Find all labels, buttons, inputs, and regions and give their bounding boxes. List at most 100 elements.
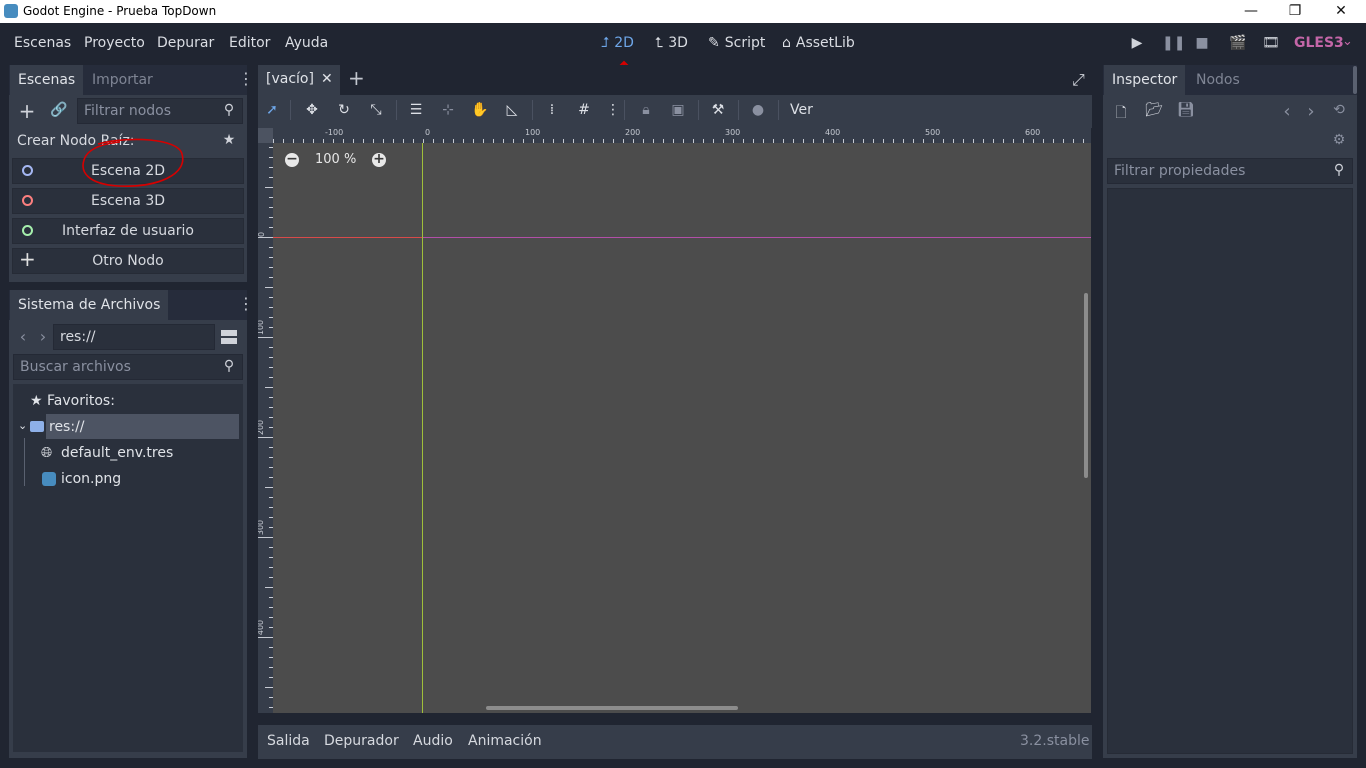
save-icon[interactable]: 💾︎ — [1177, 102, 1195, 118]
filter-properties-input[interactable]: Filtrar propiedades — [1107, 158, 1353, 184]
version-label: 3.2.stable — [1020, 733, 1090, 749]
close-window-button[interactable]: ✕ — [1318, 0, 1364, 23]
scale-mode-icon[interactable]: ⤡ — [365, 100, 387, 120]
tab-importar[interactable]: Importar — [84, 65, 161, 95]
script-icon: ✎ — [708, 35, 720, 51]
horizontal-scrollbar[interactable] — [486, 706, 738, 710]
dock-menu-icon[interactable]: ⋮ — [238, 69, 254, 88]
renderer-selector[interactable]: GLES3 — [1294, 35, 1344, 51]
lock-icon[interactable]: 🔒︎ — [635, 100, 657, 120]
history-back-icon[interactable]: ‹ — [1280, 101, 1294, 122]
tab-depurador[interactable]: Depurador — [324, 733, 399, 749]
workspace-2d-button[interactable]: ⮥ 2D — [601, 35, 634, 51]
close-tab-icon[interactable]: ✕ — [321, 71, 333, 87]
snap-options-icon[interactable]: ⋮ — [602, 100, 624, 120]
3d-icon: ⮤ — [655, 35, 664, 51]
grid-snap-icon[interactable]: # — [573, 100, 595, 120]
ruler-h-label: 500 — [925, 128, 941, 137]
root-option-interfaz[interactable]: Interfaz de usuario — [12, 218, 244, 244]
link-icon[interactable]: 🔗 — [50, 102, 68, 118]
chevron-down-icon[interactable]: ⌄ — [18, 419, 27, 432]
filter-nodes-input[interactable]: Filtrar nodos — [77, 98, 243, 124]
menu-proyecto[interactable]: Proyecto — [84, 35, 145, 51]
inspector-tabs-scrollbar[interactable] — [1353, 66, 1357, 94]
tab-sistema-archivos[interactable]: Sistema de Archivos — [10, 290, 169, 320]
group-icon[interactable]: ▣ — [667, 100, 689, 120]
editor-tabbar — [258, 65, 1092, 95]
zoom-in-icon[interactable]: + — [372, 152, 386, 167]
pivot-icon[interactable]: ⊹ — [437, 100, 459, 120]
workspace-script-button[interactable]: ✎ Script — [708, 35, 765, 51]
favorite-star-icon[interactable]: ★ — [221, 132, 237, 148]
history-forward-icon[interactable]: › — [1304, 101, 1318, 122]
menu-editor[interactable]: Editor — [229, 35, 270, 51]
minimize-button[interactable]: — — [1228, 0, 1274, 23]
play-custom-scene-icon[interactable]: 🎞 — [1262, 35, 1280, 51]
open-folder-icon[interactable]: 📂︎ — [1145, 102, 1163, 118]
search-icon: ⚲ — [1333, 162, 1345, 178]
ruler-mode-icon[interactable]: ◺ — [501, 100, 523, 120]
stop-icon[interactable]: ■ — [1195, 35, 1209, 51]
camera-icon[interactable]: ● — [747, 100, 769, 120]
add-scene-tab-icon[interactable]: + — [348, 66, 365, 90]
vertical-scrollbar[interactable] — [1084, 293, 1088, 478]
vertical-ruler: 0 100 200 300 400 — [258, 143, 273, 713]
ruler-h-ticks — [273, 139, 1084, 143]
file-item-icon-png[interactable]: icon.png — [61, 471, 121, 487]
filter-nodes-placeholder: Filtrar nodos — [84, 103, 172, 119]
zoom-out-icon[interactable]: − — [285, 152, 299, 167]
ruler-v-label: 300 — [258, 519, 266, 536]
workspace-3d-button[interactable]: ⮤ 3D — [655, 35, 688, 51]
file-item-default-env[interactable]: default_env.tres — [61, 445, 173, 461]
scene-tab[interactable]: [vacío] ✕ — [258, 65, 340, 95]
restore-button[interactable]: ❐ — [1272, 0, 1318, 23]
list-select-icon[interactable]: ☰ — [405, 100, 427, 120]
path-field[interactable]: res:// — [53, 324, 215, 350]
menu-ayuda[interactable]: Ayuda — [285, 35, 328, 51]
move-mode-icon[interactable]: ✥ — [301, 100, 323, 120]
zoom-level[interactable]: 100 % — [315, 152, 356, 167]
image-icon — [42, 472, 56, 486]
object-properties-icon[interactable]: ⚙ — [1331, 132, 1347, 148]
play-icon[interactable]: ▶ — [1130, 35, 1144, 51]
favorites-item[interactable]: ★ Favoritos: — [30, 393, 115, 409]
tab-audio[interactable]: Audio — [413, 733, 453, 749]
path-value: res:// — [60, 329, 96, 345]
search-files-input[interactable]: Buscar archivos — [13, 354, 243, 380]
history-icon[interactable]: ⟲ — [1331, 102, 1347, 118]
pan-mode-icon[interactable]: ✋ — [469, 100, 491, 120]
window-titlebar: Godot Engine - Prueba TopDown — ❐ ✕ — [0, 0, 1366, 23]
fullscreen-icon[interactable]: ⤢ — [1072, 70, 1085, 90]
bones-icon[interactable]: ⚒ — [707, 100, 729, 120]
new-resource-icon[interactable]: 🗋 — [1113, 102, 1129, 126]
workspace-assetlib-button[interactable]: ⌂ AssetLib — [782, 35, 855, 51]
ruler-v-label: 100 — [258, 319, 266, 336]
tab-animacion[interactable]: Animación — [468, 733, 542, 749]
tab-inspector[interactable]: Inspector — [1104, 65, 1186, 95]
workspace-3d-label: 3D — [668, 35, 688, 51]
menu-escenas[interactable]: Escenas — [14, 35, 71, 51]
rotate-mode-icon[interactable]: ↻ — [333, 100, 355, 120]
view-menu[interactable]: Ver — [790, 102, 813, 118]
smart-snap-icon[interactable]: ⁞ — [541, 100, 563, 120]
chevron-down-icon[interactable]: ⌄ — [1342, 34, 1353, 49]
select-mode-icon[interactable]: ➚ — [261, 100, 283, 120]
res-folder-item[interactable]: res:// — [49, 419, 85, 435]
canvas-viewport[interactable]: − 100 % + — [273, 143, 1091, 713]
root-option-otro-nodo[interactable]: + Otro Nodo — [12, 247, 244, 274]
split-view-icon[interactable] — [221, 329, 237, 345]
play-scene-icon[interactable]: 🎬 — [1229, 35, 1246, 51]
menu-depurar[interactable]: Depurar — [157, 35, 214, 51]
forward-icon[interactable]: › — [36, 327, 50, 346]
inspector-tabbar: Inspector Nodos — [1103, 65, 1357, 95]
tab-nodos[interactable]: Nodos — [1188, 65, 1248, 95]
horizontal-ruler: -100 0 100 200 300 400 500 600 — [273, 128, 1091, 143]
tab-escenas[interactable]: Escenas — [10, 65, 84, 95]
inspector-properties-area — [1107, 188, 1353, 754]
add-node-icon[interactable]: + — [18, 101, 36, 121]
tab-salida[interactable]: Salida — [267, 733, 310, 749]
pause-icon[interactable]: ❚❚ — [1162, 35, 1185, 51]
back-icon[interactable]: ‹ — [16, 327, 30, 346]
dock-menu-icon[interactable]: ⋮ — [238, 294, 254, 313]
filesystem-tabbar: Sistema de Archivos ⋮ — [9, 290, 254, 320]
